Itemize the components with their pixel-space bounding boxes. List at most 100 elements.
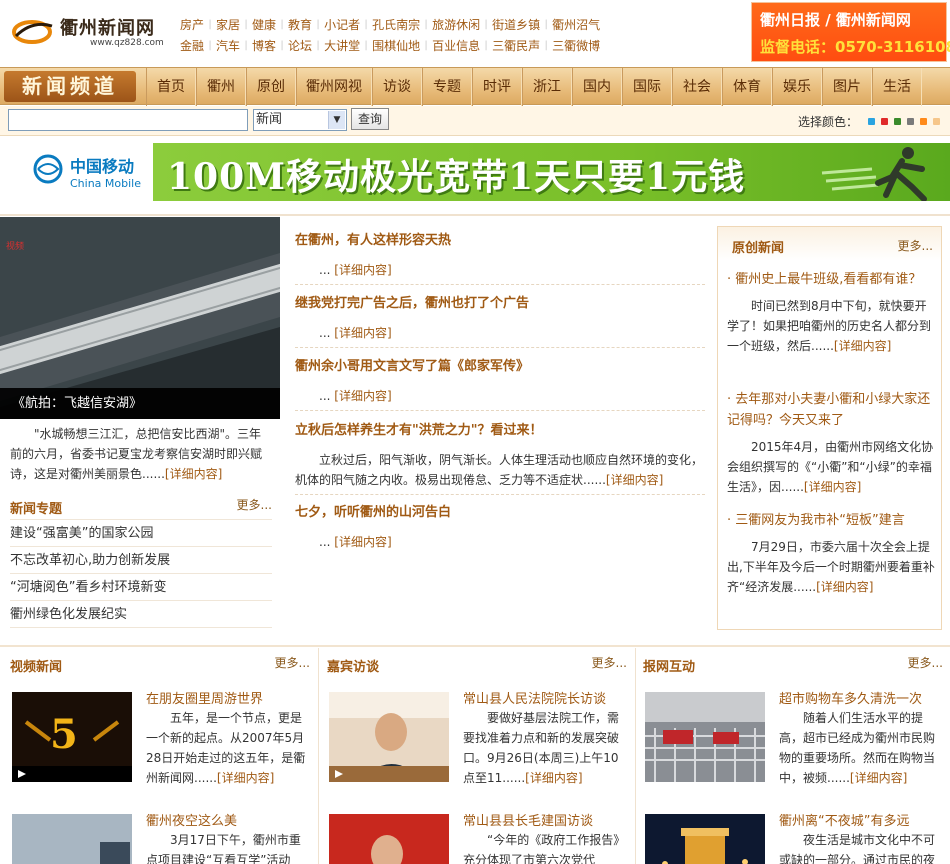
nav-item-commentary[interactable]: 时评 xyxy=(472,68,522,106)
top-link[interactable]: 大讲堂 xyxy=(324,37,360,54)
site-logo[interactable]: 衢州新闻网 www.qz828.com xyxy=(10,10,164,50)
video-thumbnail[interactable] xyxy=(12,814,132,864)
color-swatch-blue[interactable] xyxy=(868,118,876,125)
detail-link[interactable]: [详细内容] xyxy=(165,467,222,481)
interview-thumbnail[interactable] xyxy=(329,692,449,782)
top-link[interactable]: 三衢微博 xyxy=(552,37,600,54)
interview-thumbnail[interactable] xyxy=(329,814,449,864)
headline-title[interactable]: 七夕，听听衢州的山河告白 xyxy=(295,502,705,524)
video-thumbnail[interactable]: 5 xyxy=(12,692,132,782)
detail-link[interactable]: [详细内容] xyxy=(334,535,391,549)
color-swatch-green[interactable] xyxy=(894,118,902,125)
nav-item-interview[interactable]: 访谈 xyxy=(372,68,422,106)
separator: | xyxy=(544,40,548,51)
topic-item[interactable]: 建设“强富美”的国家公园 xyxy=(10,520,272,547)
original-news-title: 原创新闻 xyxy=(732,241,785,256)
featured-video-image[interactable]: 视频 《航拍：飞越信安湖》 xyxy=(0,217,280,419)
nav-item-entertainment[interactable]: 娱乐 xyxy=(772,68,822,106)
top-link[interactable]: 汽车 xyxy=(216,37,240,54)
original-news-item-title[interactable]: · 衢州史上最牛班级,看看都有谁？ xyxy=(727,269,935,290)
ad-banner[interactable]: 中国移动 China Mobile 100M移动极光宽带1天只要1元钱 xyxy=(0,137,950,207)
topic-item[interactable]: 不忘改革初心,助力创新发展 xyxy=(10,547,272,574)
detail-link[interactable]: [详细内容] xyxy=(834,339,891,353)
headline-summary-text: ... xyxy=(319,263,331,277)
detail-link[interactable]: [详细内容] xyxy=(804,480,861,494)
search-button[interactable]: 查询 xyxy=(351,108,389,130)
original-news-header: 原创新闻 更多... xyxy=(718,227,941,261)
top-link[interactable]: 小记者 xyxy=(324,16,360,33)
top-link[interactable]: 健康 xyxy=(252,16,276,33)
video-news-item-title[interactable]: 衢州夜空这么美 xyxy=(146,810,237,829)
interaction-thumbnail[interactable] xyxy=(645,814,765,864)
detail-link[interactable]: [详细内容] xyxy=(334,326,391,340)
top-link[interactable]: 旅游休闲 xyxy=(432,16,480,33)
featured-caption[interactable]: 《航拍：飞越信安湖》 xyxy=(0,388,280,419)
topics-more-link[interactable]: 更多... xyxy=(237,496,272,513)
interaction-item-text: 夜生活是城市文化中不可或缺的一部分。通过市民的夜 xyxy=(779,833,936,864)
nav-item-domestic[interactable]: 国内 xyxy=(572,68,622,106)
nav-item-pictures[interactable]: 图片 xyxy=(822,68,872,106)
detail-link[interactable]: [详细内容] xyxy=(334,263,391,277)
interaction-item-title[interactable]: 衢州离“不夜城”有多远 xyxy=(779,810,909,829)
detail-link[interactable]: [详细内容] xyxy=(334,389,391,403)
top-link[interactable]: 房产 xyxy=(180,16,204,33)
top-link[interactable]: 衢州沼气 xyxy=(552,16,600,33)
top-link[interactable]: 孔氏南宗 xyxy=(372,16,420,33)
nav-item-home[interactable]: 首页 xyxy=(146,68,196,106)
color-swatch-red[interactable] xyxy=(881,118,889,125)
interaction-thumbnail[interactable] xyxy=(645,692,765,782)
top-link[interactable]: 家居 xyxy=(216,16,240,33)
nav-item-sports[interactable]: 体育 xyxy=(722,68,772,106)
detail-link[interactable]: [详细内容] xyxy=(606,473,663,487)
top-link[interactable]: 百业信息 xyxy=(432,37,480,54)
top-link[interactable]: 三衢民声 xyxy=(492,37,540,54)
color-swatch-beige[interactable] xyxy=(933,118,941,125)
divider xyxy=(295,347,705,348)
search-category-select[interactable]: 新闻 ▼ xyxy=(253,109,347,131)
interview-item-title[interactable]: 常山县县长毛建国访谈 xyxy=(463,810,593,829)
topic-item[interactable]: “河塘阅色”看乡村环境新变 xyxy=(10,574,272,601)
top-link[interactable]: 金融 xyxy=(180,37,204,54)
video-badge: 视频 xyxy=(6,242,25,252)
headline-title[interactable]: 立秋后怎样养生才有"洪荒之力"？看过来！ xyxy=(295,420,705,442)
nav-item-quzhou[interactable]: 衢州 xyxy=(196,68,246,106)
topic-item[interactable]: 衢州绿色化发展纪实 xyxy=(10,601,272,628)
nav-item-society[interactable]: 社会 xyxy=(672,68,722,106)
hotline-banner[interactable]: 衢州日报 / 衢州新闻网 监督电话：0570-3116108 xyxy=(751,2,950,62)
logo-url: www.qz828.com xyxy=(90,38,164,48)
top-link[interactable]: 围棋仙地 xyxy=(372,37,420,54)
interview-item-title[interactable]: 常山县人民法院院长访谈 xyxy=(463,688,606,707)
search-bar: 新闻 ▼ 查询 选择颜色： xyxy=(0,106,950,136)
original-news-item-title[interactable]: · 三衢网友为我市补“短板”建言 xyxy=(727,510,935,531)
original-news-more-link[interactable]: 更多... xyxy=(898,237,933,254)
video-news-item-text: 3月17日下午，衢州市重点项目建设“互看互学”活动 xyxy=(146,833,301,864)
nav-item-zhejiang[interactable]: 浙江 xyxy=(522,68,572,106)
detail-link[interactable]: [详细内容] xyxy=(816,580,873,594)
headline-summary-text: ... xyxy=(319,535,331,549)
nav-item-original[interactable]: 原创 xyxy=(246,68,296,106)
top-link[interactable]: 博客 xyxy=(252,37,276,54)
separator: | xyxy=(364,40,368,51)
color-swatch-gray[interactable] xyxy=(907,118,915,125)
separator: | xyxy=(316,40,320,51)
headline-title[interactable]: 在衢州，有人这样形容天热 xyxy=(295,230,705,252)
top-link[interactable]: 街道乡镇 xyxy=(492,16,540,33)
nav-item-video[interactable]: 衢州网视 xyxy=(296,68,372,106)
nav-item-life[interactable]: 生活 xyxy=(872,68,922,106)
original-news-item-title[interactable]: · 去年那对小夫妻小衢和小绿大家还记得吗？今天又来了 xyxy=(727,389,935,431)
top-link[interactable]: 论坛 xyxy=(288,37,312,54)
interaction-item-title[interactable]: 超市购物车多久清洗一次 xyxy=(779,688,922,707)
separator: | xyxy=(208,40,212,51)
color-swatch-orange[interactable] xyxy=(920,118,928,125)
search-input[interactable] xyxy=(8,109,248,131)
video-news-item-title[interactable]: 在朋友圈里周游世界 xyxy=(146,688,263,707)
headline-title[interactable]: 衢州余小哥用文言文写了篇《郎家军传》 xyxy=(295,356,705,378)
nav-item-international[interactable]: 国际 xyxy=(622,68,672,106)
nav-item-topics[interactable]: 专题 xyxy=(422,68,472,106)
headline-title[interactable]: 继我党打完广告之后，衢州也打了个广告 xyxy=(295,293,705,315)
hotline-title: 衢州日报 / 衢州新闻网 xyxy=(760,11,911,29)
original-news-item-summary: 7月29日，市委六届十次全会上提出,下半年及今后一个时期衢州要着重补齐“经济发展… xyxy=(727,537,935,597)
featured-lead: "水城畅想三江汇，总把信安比西湖"。三年前的六月，省委书记夏宝龙考察信安湖时即兴… xyxy=(10,424,272,484)
top-link[interactable]: 教育 xyxy=(288,16,312,33)
main-nav: 新闻频道 首页 衢州 原创 衢州网视 访谈 专题 时评 浙江 国内 国际 社会 … xyxy=(0,67,950,106)
